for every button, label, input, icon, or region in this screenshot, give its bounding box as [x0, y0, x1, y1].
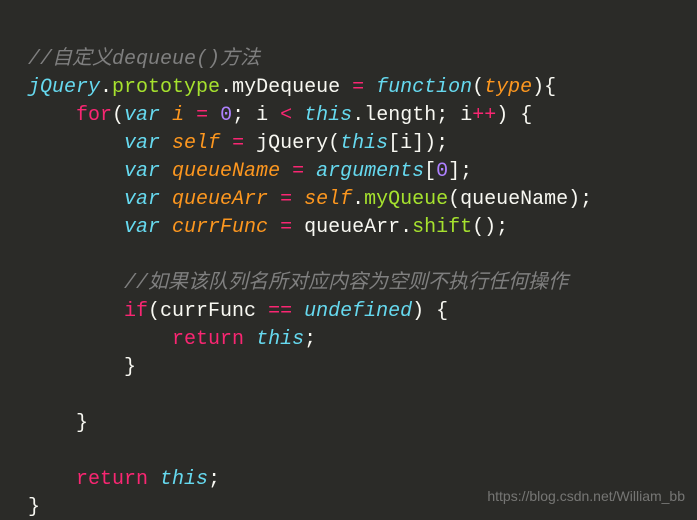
token-bracket: [ — [388, 132, 400, 155]
token-var: var — [124, 216, 160, 239]
token-semi: ; — [232, 104, 256, 127]
token-paren-brace: ) { — [496, 104, 532, 127]
token-this: this — [304, 104, 352, 127]
token-eqeq: == — [256, 300, 304, 323]
token-dot: . — [352, 104, 364, 127]
token-jquery: jQuery — [28, 76, 100, 99]
token-var: var — [124, 160, 160, 183]
code-editor: //自定义dequeue()方法 jQuery.prototype.myDequ… — [0, 0, 697, 520]
token-paren-semi: ); — [568, 188, 592, 211]
space — [160, 216, 172, 239]
token-self-ref: self — [304, 188, 352, 211]
token-assign: = — [268, 216, 304, 239]
token-bracket-paren-semi: ]); — [412, 132, 448, 155]
watermark-text: https://blog.csdn.net/William_bb — [487, 482, 685, 510]
token-parens-semi: (); — [472, 216, 508, 239]
token-dot: . — [400, 216, 412, 239]
token-this: this — [256, 328, 304, 351]
token-number: 0 — [220, 104, 232, 127]
token-brace-close: } — [76, 412, 88, 435]
token-paren: ( — [328, 132, 340, 155]
token-assign: = — [268, 188, 304, 211]
token-undefined: undefined — [304, 300, 412, 323]
token-queuearr-decl: queueArr — [172, 188, 268, 211]
space — [160, 160, 172, 183]
token-assign: = — [220, 132, 256, 155]
token-inc: ++ — [472, 104, 496, 127]
space — [160, 104, 172, 127]
token-assign: = — [280, 160, 316, 183]
token-queuename-ref: queueName — [460, 188, 568, 211]
token-paren: ( — [148, 300, 160, 323]
space — [160, 132, 172, 155]
token-paren: ( — [472, 76, 484, 99]
token-myqueue: myQueue — [364, 188, 448, 211]
comment-line: //自定义dequeue()方法 — [28, 48, 260, 71]
token-if: if — [124, 300, 148, 323]
token-assign: = — [340, 76, 376, 99]
token-i: i — [460, 104, 472, 127]
space — [160, 188, 172, 211]
token-shift: shift — [412, 216, 472, 239]
token-var: var — [124, 104, 160, 127]
token-function: function — [376, 76, 472, 99]
token-prototype: prototype — [112, 76, 220, 99]
token-dot: . — [352, 188, 364, 211]
token-paren: ( — [112, 104, 124, 127]
space — [148, 468, 160, 491]
token-length: length — [364, 104, 436, 127]
token-queuename-decl: queueName — [172, 160, 280, 183]
token-var: var — [124, 188, 160, 211]
token-currfunc-decl: currFunc — [172, 216, 268, 239]
token-number: 0 — [436, 160, 448, 183]
token-assign: = — [184, 104, 220, 127]
token-semi: ; — [208, 468, 220, 491]
token-brace-close: } — [124, 356, 136, 379]
token-self-decl: self — [172, 132, 220, 155]
token-paren-brace: ){ — [532, 76, 556, 99]
token-bracket-semi: ]; — [448, 160, 472, 183]
token-for: for — [76, 104, 112, 127]
token-dot: . — [100, 76, 112, 99]
token-var: var — [124, 132, 160, 155]
token-paren: ( — [448, 188, 460, 211]
token-return: return — [172, 328, 244, 351]
token-currfunc-ref: currFunc — [160, 300, 256, 323]
token-dot: . — [220, 76, 232, 99]
token-lt: < — [268, 104, 304, 127]
comment-line: //如果该队列名所对应内容为空则不执行任何操作 — [124, 272, 568, 295]
token-i: i — [400, 132, 412, 155]
token-semi: ; — [436, 104, 460, 127]
token-arguments: arguments — [316, 160, 424, 183]
token-return: return — [76, 468, 148, 491]
token-jquery-call: jQuery — [256, 132, 328, 155]
token-queuearr-ref: queueArr — [304, 216, 400, 239]
token-bracket: [ — [424, 160, 436, 183]
token-i-decl: i — [172, 104, 184, 127]
token-paren-brace: ) { — [412, 300, 448, 323]
token-this: this — [160, 468, 208, 491]
token-param-type: type — [484, 76, 532, 99]
space — [244, 328, 256, 351]
token-brace-close: } — [28, 496, 40, 519]
token-this: this — [340, 132, 388, 155]
token-semi: ; — [304, 328, 316, 351]
token-mydequeue: myDequeue — [232, 76, 340, 99]
token-i: i — [256, 104, 268, 127]
